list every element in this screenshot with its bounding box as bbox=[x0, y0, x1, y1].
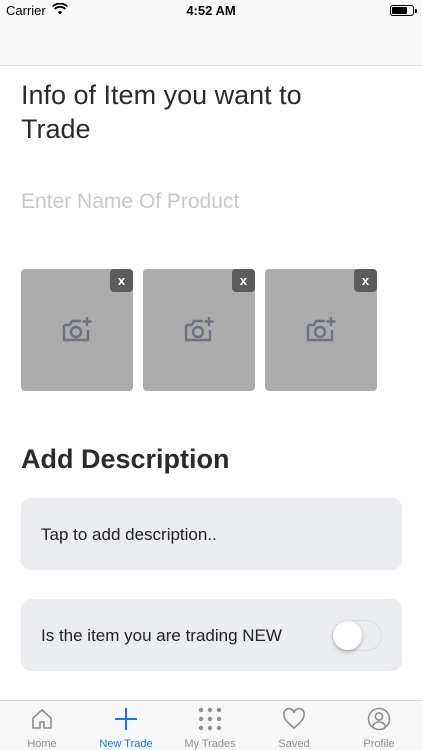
new-item-toggle[interactable] bbox=[332, 620, 382, 651]
tab-label: My Trades bbox=[184, 738, 236, 750]
grid-icon bbox=[198, 707, 222, 731]
description-placeholder: Tap to add description.. bbox=[41, 525, 217, 544]
profile-icon bbox=[367, 707, 391, 731]
remove-photo-button[interactable]: x bbox=[354, 269, 377, 292]
heart-icon bbox=[283, 707, 305, 729]
status-bar: Carrier 4:52 AM bbox=[0, 0, 422, 22]
clock: 4:52 AM bbox=[186, 3, 236, 18]
tab-label: Profile bbox=[363, 738, 395, 750]
tab-my-trades[interactable]: My Trades bbox=[168, 701, 252, 750]
toggle-knob bbox=[333, 621, 362, 650]
photo-slot-2[interactable]: x bbox=[143, 269, 255, 391]
home-icon bbox=[32, 709, 52, 729]
tab-new-trade[interactable]: New Trade bbox=[84, 701, 168, 750]
tab-label: Home bbox=[27, 738, 57, 750]
battery-icon bbox=[390, 5, 417, 16]
navigation-bar bbox=[0, 22, 422, 66]
camera-add-icon bbox=[306, 317, 336, 342]
remove-photo-button[interactable]: x bbox=[110, 269, 133, 292]
description-section-title: Add Description bbox=[21, 444, 230, 474]
tab-home[interactable]: Home bbox=[0, 701, 84, 750]
product-name-input[interactable] bbox=[21, 186, 401, 218]
tab-saved[interactable]: Saved bbox=[252, 701, 336, 750]
tab-bar: Home New Trade My Trades Saved Profile bbox=[0, 700, 422, 750]
plus-icon bbox=[115, 708, 137, 730]
page-title: Info of Item you want to Trade bbox=[21, 80, 302, 144]
camera-add-icon bbox=[62, 317, 92, 342]
new-item-row: Is the item you are trading NEW bbox=[21, 599, 402, 671]
description-field[interactable]: Tap to add description.. bbox=[21, 498, 402, 570]
photo-slot-3[interactable]: x bbox=[265, 269, 377, 391]
trade-form: Info of Item you want to Trade x x x Add… bbox=[0, 66, 422, 700]
tab-label: Saved bbox=[278, 738, 310, 750]
remove-photo-button[interactable]: x bbox=[232, 269, 255, 292]
new-item-label: Is the item you are trading NEW bbox=[41, 626, 282, 645]
photo-slot-1[interactable]: x bbox=[21, 269, 133, 391]
camera-add-icon bbox=[184, 317, 214, 342]
tab-label: New Trade bbox=[99, 738, 153, 750]
tab-profile[interactable]: Profile bbox=[337, 701, 421, 750]
